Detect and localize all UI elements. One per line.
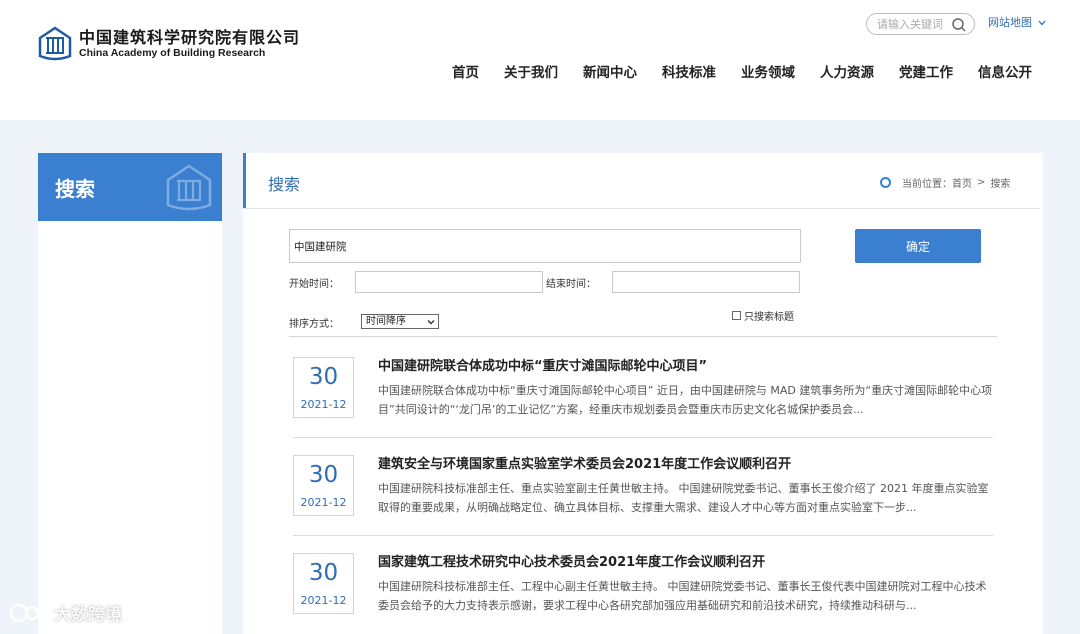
logo-chinese-name: 中国建筑科学研究院有限公司 [79, 28, 301, 47]
breadcrumb-prefix: 当前位置： [902, 179, 952, 190]
result-title[interactable]: 建筑安全与环境国家重点实验室学术委员会2021年度工作会议顺利召开 [378, 453, 791, 472]
nav-item-business[interactable]: 业务领域 [741, 61, 795, 81]
date-day: 30 [308, 364, 339, 390]
confirm-button[interactable]: 确定 [855, 229, 981, 263]
watermark-text: 大数跨境 [54, 605, 122, 625]
result-title[interactable]: 国家建筑工程技术研究中心技术委员会2021年度工作会议顺利召开 [378, 551, 765, 570]
page-title: 搜索 [268, 175, 301, 194]
result-title[interactable]: 中国建研院联合体成功中标“重庆寸滩国际邮轮中心项目” [378, 355, 707, 374]
nav-item-news[interactable]: 新闻中心 [583, 61, 637, 81]
sort-select[interactable]: 时间降序 [361, 314, 439, 329]
site-logo[interactable]: 中国建筑科学研究院有限公司 China Academy of Building … [37, 26, 300, 62]
site-search-input[interactable] [877, 17, 949, 32]
logo-english-name: China Academy of Building Research [79, 47, 266, 59]
date-day: 30 [308, 560, 339, 586]
sort-value: 时间降序 [366, 316, 406, 327]
main-panel: 搜索 当前位置： 首页 > 搜索 确定 开始时间： 结束时间： 只搜索标题 排序… [243, 153, 1043, 634]
watermark-logo-icon [9, 603, 50, 622]
search-icon[interactable] [951, 17, 967, 33]
sort-label: 排序方式： [289, 319, 339, 330]
title-only-option[interactable]: 只搜索标题 [732, 308, 794, 323]
nav-item-about[interactable]: 关于我们 [504, 61, 558, 81]
result-summary: 中国建研院联合体成功中标“重庆寸滩国际邮轮中心项目” 近日，由中国建研院与 MA… [378, 384, 993, 416]
result-summary: 中国建研院科技标准部主任、重点实验室副主任黄世敏主持。 中国建研院党委书记、董事… [378, 482, 989, 514]
sidebar-title: 搜索 [55, 177, 95, 201]
start-time-label: 开始时间： [289, 279, 339, 290]
location-icon [880, 177, 891, 188]
nav-item-standards[interactable]: 科技标准 [662, 61, 716, 81]
breadcrumb-home[interactable]: 首页 [952, 175, 972, 190]
logo-watermark-icon [166, 164, 212, 211]
date-badge: 30 2021-12 [293, 455, 354, 516]
sidebar: 搜索 [38, 153, 222, 634]
date-day: 30 [308, 462, 339, 488]
end-time-label: 结束时间： [546, 279, 596, 290]
site-search-box [866, 13, 975, 35]
watermark: 大数跨境 [8, 600, 122, 625]
end-time-input[interactable] [612, 271, 800, 293]
date-badge: 30 2021-12 [293, 553, 354, 614]
nav-item-disclosure[interactable]: 信息公开 [978, 61, 1032, 81]
title-only-label: 只搜索标题 [744, 312, 794, 323]
main-nav: 首页 关于我们 新闻中心 科技标准 业务领域 人力资源 党建工作 信息公开 [452, 61, 1057, 81]
filter-divider [289, 336, 997, 337]
breadcrumb-current: 搜索 [990, 179, 1011, 190]
main-header: 搜索 当前位置： 首页 > 搜索 [243, 153, 1043, 208]
site-header: 中国建筑科学研究院有限公司 China Academy of Building … [0, 0, 1080, 120]
nav-item-home[interactable]: 首页 [452, 61, 479, 81]
result-divider [293, 437, 993, 438]
nav-item-hr[interactable]: 人力资源 [820, 61, 874, 81]
date-year-month: 2021-12 [300, 496, 347, 509]
breadcrumb: 当前位置： 首页 > 搜索 [880, 175, 1010, 190]
date-year-month: 2021-12 [300, 398, 347, 411]
keyword-input[interactable] [289, 229, 801, 263]
logo-emblem-icon [38, 26, 72, 61]
date-badge: 30 2021-12 [293, 357, 354, 418]
result-summary: 中国建研院科技标准部主任、工程中心副主任黄世敏主持。 中国建研院党委书记、董事长… [378, 580, 987, 612]
title-only-checkbox[interactable] [732, 311, 741, 320]
sitemap-link[interactable]: 网站地图 [988, 14, 1046, 30]
sitemap-label: 网站地图 [988, 16, 1032, 29]
chevron-down-icon [1038, 20, 1045, 26]
sidebar-header: 搜索 [38, 153, 222, 221]
result-divider [293, 535, 993, 536]
date-year-month: 2021-12 [300, 594, 347, 607]
nav-item-party[interactable]: 党建工作 [899, 61, 953, 81]
header-divider [243, 208, 1040, 209]
chevron-down-icon [427, 320, 435, 325]
start-time-input[interactable] [355, 271, 543, 293]
breadcrumb-separator: > [977, 177, 986, 188]
